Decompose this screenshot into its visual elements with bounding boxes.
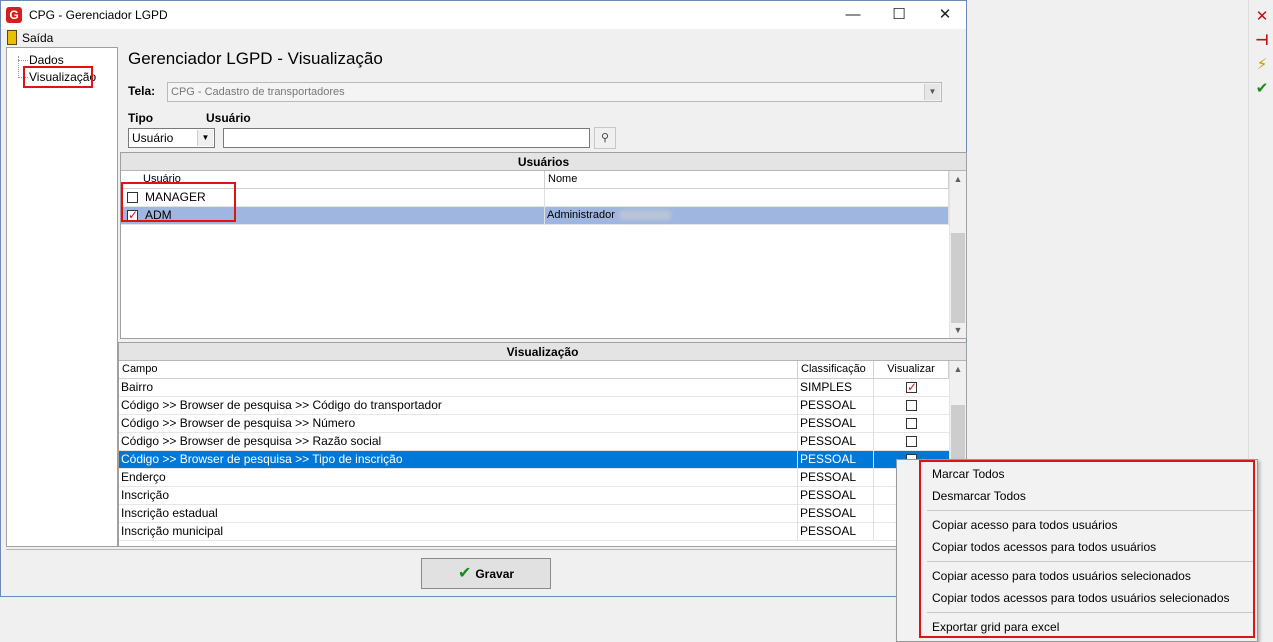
table-row[interactable]: MANAGER	[121, 189, 949, 207]
users-grid-caption: Usuários	[121, 153, 966, 171]
name-text: Administrador	[547, 209, 615, 221]
visualize-checkbox[interactable]	[906, 418, 917, 429]
close-button[interactable]: ✕	[922, 1, 968, 29]
field-cell: Código >> Browser de pesquisa >> Tipo de…	[119, 451, 798, 469]
screen-select-value: CPG - Cadastro de transportadores	[171, 86, 345, 98]
table-row[interactable]: Código >> Browser de pesquisa >> Tipo de…	[119, 451, 949, 469]
maximize-button[interactable]: ☐	[876, 1, 922, 29]
visualize-checkbox[interactable]	[906, 400, 917, 411]
checkmark-icon[interactable]: ✔	[1252, 79, 1272, 99]
type-select[interactable]: Usuário ▼	[128, 128, 215, 148]
class-cell: PESSOAL	[798, 487, 874, 505]
desktop: G CPG - Gerenciador LGPD — ☐ ✕ Saída Dad…	[0, 0, 1273, 642]
lightning-icon[interactable]: ⚡	[1252, 55, 1272, 75]
scroll-up-icon[interactable]: ▲	[950, 171, 966, 187]
menu-exit[interactable]: Saída	[22, 31, 53, 45]
close-x-icon[interactable]: ✕	[1252, 7, 1272, 27]
view-col-field[interactable]: Campo	[119, 361, 798, 379]
app-logo-icon: G	[6, 7, 22, 23]
menu-bar: Saída	[1, 29, 966, 47]
table-row[interactable]: Código >> Browser de pesquisa >> Código …	[119, 397, 949, 415]
redacted-text	[618, 210, 671, 221]
pin-icon[interactable]: ⊣	[1252, 31, 1272, 51]
exit-door-icon	[7, 30, 17, 45]
view-col-classification[interactable]: Classificação	[798, 361, 874, 379]
table-row[interactable]: Inscrição estadual PESSOAL	[119, 505, 949, 523]
screen-select[interactable]: CPG - Cadastro de transportadores ▼	[167, 82, 942, 102]
field-cell: Enderço	[119, 469, 798, 487]
highlight-box-users	[121, 182, 236, 222]
class-cell: PESSOAL	[798, 451, 874, 469]
class-cell: PESSOAL	[798, 469, 874, 487]
context-menu: Marcar Todos Desmarcar Todos Copiar aces…	[896, 459, 1258, 642]
scroll-up-icon[interactable]: ▲	[950, 361, 966, 377]
field-cell: Inscrição municipal	[119, 523, 798, 541]
table-row[interactable]: Código >> Browser de pesquisa >> Número …	[119, 415, 949, 433]
chevron-down-icon[interactable]: ▼	[924, 84, 940, 100]
class-cell: PESSOAL	[798, 505, 874, 523]
field-cell: Código >> Browser de pesquisa >> Código …	[119, 397, 798, 415]
type-label: Tipo	[128, 111, 154, 125]
visualization-grid-caption: Visualização	[119, 343, 966, 361]
scroll-thumb[interactable]	[951, 233, 965, 323]
users-col-name[interactable]: Nome	[545, 171, 949, 189]
screen-label: Tela:	[128, 84, 156, 98]
field-cell: Código >> Browser de pesquisa >> Número	[119, 415, 798, 433]
table-row[interactable]: ADM Administrador	[121, 207, 949, 225]
visualize-checkbox[interactable]	[906, 436, 917, 447]
table-row[interactable]: Inscrição PESSOAL	[119, 487, 949, 505]
highlight-box-context-menu	[919, 460, 1255, 638]
class-cell: PESSOAL	[798, 523, 874, 541]
users-grid: Usuários Usuário Nome MANAGER ADM Admini…	[120, 152, 967, 339]
class-cell: PESSOAL	[798, 415, 874, 433]
save-button[interactable]: ✔ Gravar	[421, 558, 551, 589]
tree-item-dados[interactable]: Dados	[29, 53, 64, 67]
table-row[interactable]: Bairro SIMPLES	[119, 379, 949, 397]
user-search-input[interactable]	[223, 128, 590, 148]
save-button-label: Gravar	[475, 567, 515, 581]
table-row[interactable]: Código >> Browser de pesquisa >> Razão s…	[119, 433, 949, 451]
tree-connector	[18, 60, 28, 61]
name-cell: Administrador	[545, 207, 949, 225]
field-cell: Inscrição estadual	[119, 505, 798, 523]
class-cell: SIMPLES	[798, 379, 874, 397]
checkmark-icon: ✔	[457, 565, 472, 582]
window-title: CPG - Gerenciador LGPD	[29, 8, 168, 22]
title-bar: G CPG - Gerenciador LGPD — ☐ ✕	[1, 1, 966, 29]
field-cell: Código >> Browser de pesquisa >> Razão s…	[119, 433, 798, 451]
users-scrollbar[interactable]: ▲ ▼	[949, 171, 966, 338]
visualize-checkbox[interactable]	[906, 379, 917, 396]
scroll-down-icon[interactable]: ▼	[950, 322, 966, 338]
page-title: Gerenciador LGPD - Visualização	[128, 49, 383, 68]
class-cell: PESSOAL	[798, 433, 874, 451]
main-window: G CPG - Gerenciador LGPD — ☐ ✕ Saída Dad…	[0, 0, 967, 597]
binoculars-search-icon[interactable]: ⚲	[594, 127, 616, 149]
type-select-value: Usuário	[132, 131, 174, 145]
user-label: Usuário	[206, 111, 251, 125]
navigation-tree: Dados Visualização	[6, 47, 118, 547]
table-row[interactable]: Inscrição municipal PESSOAL	[119, 523, 949, 541]
visualization-grid: Visualização Campo Classificação Visuali…	[118, 342, 967, 547]
class-cell: PESSOAL	[798, 397, 874, 415]
name-cell	[545, 189, 949, 207]
field-cell: Inscrição	[119, 487, 798, 505]
chevron-down-icon[interactable]: ▼	[197, 130, 213, 146]
view-col-visualize[interactable]: Visualizar	[874, 361, 949, 379]
minimize-button[interactable]: —	[830, 1, 876, 29]
table-row[interactable]: Enderço PESSOAL	[119, 469, 949, 487]
highlight-box-tree	[23, 66, 93, 88]
field-cell: Bairro	[119, 379, 798, 397]
